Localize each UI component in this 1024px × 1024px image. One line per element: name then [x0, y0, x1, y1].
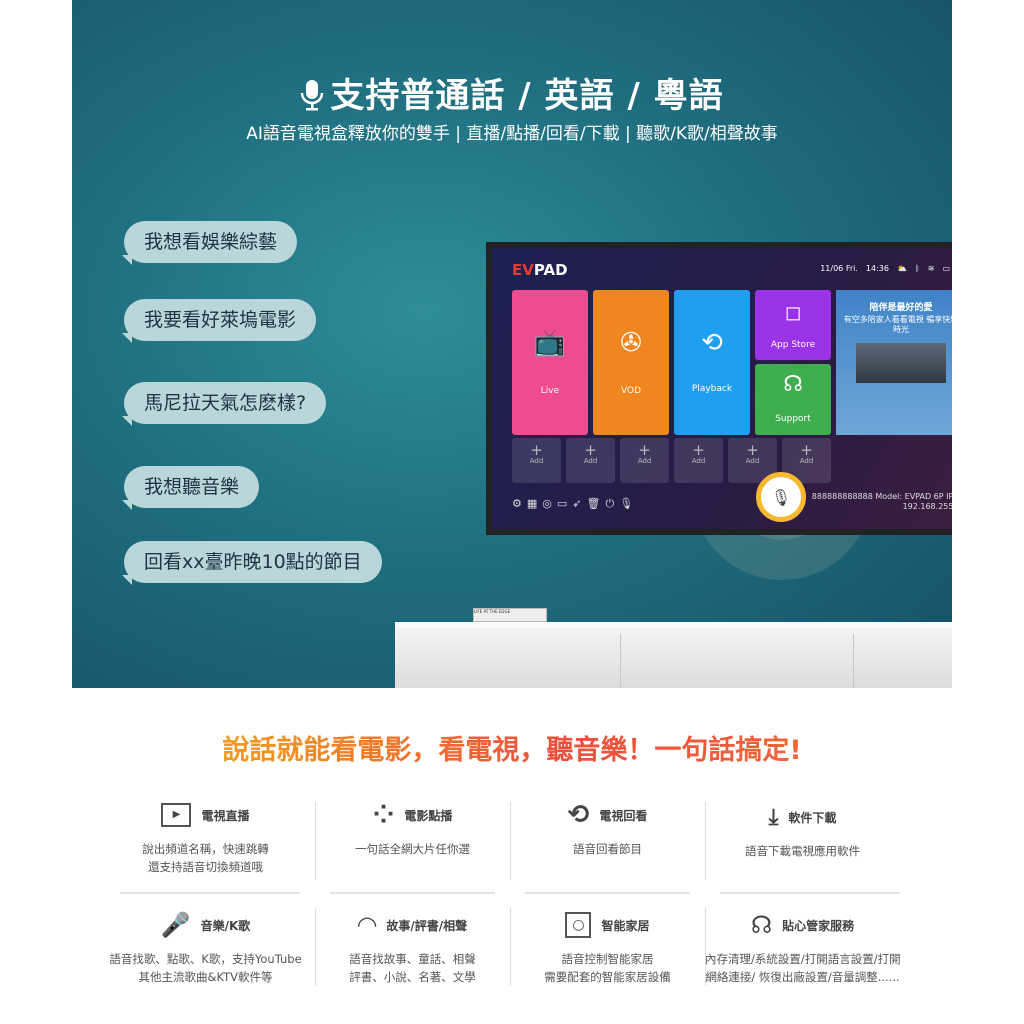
tv-play-icon: ▶ — [161, 803, 192, 827]
promo-subtitle: 有空多陪家人看看電視 暢享快樂時光 — [843, 315, 952, 334]
status-bar: 11/06 Fri. 14:36 ⛅ ᛒ ≋ ▭ — [820, 264, 950, 273]
apps-icon[interactable]: ▦ — [527, 497, 537, 511]
add-slot[interactable]: + Add — [566, 438, 615, 483]
speech-bubble: 回看xx臺昨晚10點的節目 — [122, 541, 382, 585]
feature-download: ⤓ 軟件下載 語音下載電視應用軟件 — [745, 804, 860, 859]
weather-icon: ⛅ — [896, 264, 907, 273]
slogan: 說話就能看電影，看電視，聽音樂！一句話搞定! — [0, 728, 1024, 767]
feature-playback: ⟲ 電視回看 語音回看節目 — [567, 800, 648, 856]
store-bag-icon: ◻ — [784, 300, 802, 324]
settings-icon[interactable]: ⚙ — [512, 497, 522, 511]
feature-assistant: ☊ 貼心管家服務 內存清理/系統設置/打開語言設置/打開 網絡連接/ 恢復出廠設置/音… — [705, 911, 901, 984]
tile-playback[interactable]: ⟲ Playback — [674, 290, 750, 435]
divider — [120, 892, 300, 894]
divider — [330, 892, 495, 894]
promo-title: 陪伴是最好的愛 — [869, 303, 933, 313]
download-icon: ⤓ — [768, 804, 779, 830]
feature-vod: ⁘ 電影點播 一句話全網大片任你選 — [355, 800, 470, 856]
divider — [525, 892, 690, 894]
speech-bubble: 我要看好萊塢電影 — [121, 299, 317, 343]
tv: EVPAD 11/06 Fri. 14:36 ⛅ ᛒ ≋ ▭ 📺 Live ✇ VO… — [486, 242, 952, 535]
power-icon[interactable]: ⏻ — [605, 497, 614, 511]
headset-icon: ☊ — [750, 911, 773, 939]
smart-switch-icon: ○ — [565, 912, 592, 938]
promo-image — [856, 343, 946, 383]
bluetooth-icon: ᛒ — [914, 264, 920, 273]
tv-cabinet — [395, 622, 952, 688]
page-title: 支持普通話 / 英語 / 粵語 — [72, 68, 952, 117]
headset-icon: ☊ — [783, 372, 803, 397]
fan-icon: ◠ — [357, 911, 377, 939]
trash-icon[interactable]: 🗑 — [587, 497, 601, 511]
add-slot[interactable]: + Add — [512, 438, 561, 483]
microphone-icon: 🎤 — [160, 911, 191, 939]
screen-icon: ▭ — [942, 264, 950, 273]
feature-live-tv: ▶ 電視直播 說出頻道名稱，快速跳轉 還支持語音切換頻道哦 — [108, 798, 303, 876]
microphone-icon — [301, 80, 324, 111]
browser-icon[interactable]: ◎ — [542, 497, 552, 511]
promo-banner[interactable]: 陪伴是最好的愛有空多陪家人看看電視 暢享快樂時光 — [836, 290, 952, 435]
film-reel-icon: ✇ — [620, 328, 642, 358]
folder-icon[interactable]: ▭ — [557, 497, 567, 511]
tile-support[interactable]: ☊ Support — [755, 364, 831, 435]
wifi-icon: ≋ — [927, 264, 935, 273]
feature-music: 🎤 音樂/K歌 語音找歌、點歌、K歌，支持YouTube 其他主流歌曲&KTV軟件等 — [109, 911, 302, 984]
tile-app-store[interactable]: ◻ App Store — [755, 290, 831, 360]
divider — [720, 892, 900, 894]
tv-icon: 📺 — [533, 328, 567, 358]
microphone-icon: 🎙 — [770, 487, 792, 507]
toolbar: ⚙ ▦ ◎ ▭ ➶ 🗑 ⏻ 🎙 — [512, 497, 633, 511]
replay-icon: ⟲ — [701, 328, 723, 358]
hero-banner: 支持普通話 / 英語 / 粵語 AI語音電視盒釋放你的雙手 | 直播/點播/回看… — [72, 0, 952, 688]
film-reel-icon: ⁘ — [372, 800, 395, 830]
speech-bubble: 我想看娛樂綜藝 — [121, 221, 298, 265]
voice-mic-button[interactable]: 🎙 — [756, 472, 806, 522]
title-text: 支持普通話 / 英語 / 粵語 — [330, 76, 724, 116]
microphone-icon[interactable]: 🎙 — [619, 497, 633, 511]
tile-live[interactable]: 📺 Live — [512, 290, 588, 435]
tv-screen: EVPAD 11/06 Fri. 14:36 ⛅ ᛒ ≋ ▭ 📺 Live ✇ VO… — [492, 248, 952, 529]
evpad-logo: EVPAD — [512, 261, 568, 279]
tile-vod[interactable]: ✇ VOD — [593, 290, 669, 435]
book: LIFE AT THE EDGE — [473, 608, 547, 622]
speech-bubble: 我想聽音樂 — [121, 466, 260, 510]
replay-icon: ⟲ — [567, 800, 590, 830]
speech-bubble: 馬尼拉天氣怎麽樣? — [121, 382, 327, 426]
rocket-icon[interactable]: ➶ — [572, 497, 581, 511]
feature-stories: ◠ 故事/評書/相聲 語音找故事、童話、相聲 評書、小說、名著、文學 — [349, 911, 476, 984]
time: 14:36 — [865, 264, 889, 273]
add-slot[interactable]: + Add — [620, 438, 669, 483]
device-info: 888888888888 Model: EVPAD 6P IP: 192.168… — [811, 492, 952, 511]
feature-smart-home: ○ 智能家居 語音控制智能家居 需要配套的智能家居設備 — [510, 908, 705, 986]
date: 11/06 Fri. — [820, 264, 858, 273]
subtitle: AI語音電視盒釋放你的雙手 | 直播/點播/回看/下載 | 聽歌/K歌/相聲故事 — [246, 124, 778, 144]
add-slot[interactable]: + Add — [674, 438, 723, 483]
